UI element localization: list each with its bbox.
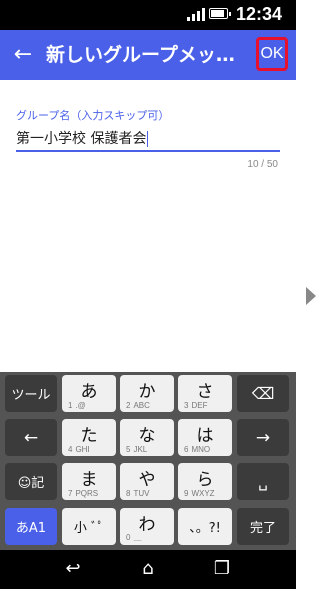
key-ya-char: や [138, 470, 156, 490]
phone-screen: 12:34 ← 新しいグループメッセ… OK グループ名（入力スキップ可） 第一… [0, 0, 296, 589]
key-a[interactable]: あ 1 .@ [62, 375, 116, 412]
key-ka-sub: 2 ABC [126, 401, 150, 410]
cursor-right-key[interactable]: → [237, 419, 289, 456]
key-punctuation-char: 、。?! [189, 521, 221, 536]
battery-icon [209, 8, 231, 19]
tool-key[interactable]: ツール [5, 375, 57, 412]
key-ta-char: た [80, 426, 98, 446]
input-mode-key[interactable]: あA1 [5, 508, 57, 545]
group-name-label: グループ名（入力スキップ可） [16, 109, 170, 122]
right-arrow-icon: → [255, 427, 271, 448]
backspace-key[interactable]: ⌫ [237, 375, 289, 412]
text-cursor [147, 131, 149, 147]
key-ka-char: か [138, 382, 156, 402]
key-a-char: あ [80, 382, 98, 402]
key-ma-sub: 7 PQRS [68, 489, 99, 498]
key-ma[interactable]: ま 7 PQRS [62, 463, 116, 500]
group-name-input[interactable]: 第一小学校 保護者会 [16, 128, 149, 148]
key-ta[interactable]: た 4 GHI [62, 419, 116, 456]
group-name-value: 第一小学校 保護者会 [16, 131, 147, 147]
next-arrow-icon [306, 287, 316, 305]
space-key[interactable]: ␣ [237, 463, 289, 500]
japanese-keyboard: ツール あ 1 .@ か 2 ABC さ 3 DEF ⌫ ← た 4 GHI な 5 JKL は6M… [0, 372, 296, 550]
key-ya[interactable]: や 8 TUV [120, 463, 174, 500]
cursor-left-key[interactable]: ← [5, 419, 57, 456]
status-time: 12:34 [236, 4, 283, 24]
key-a-sub: 1 .@ [68, 401, 86, 410]
emoji-symbol-key[interactable]: ☺記 [5, 463, 57, 500]
back-arrow-icon[interactable]: ← [10, 40, 36, 70]
key-punctuation[interactable]: 、。?! [178, 508, 232, 545]
input-underline [16, 150, 280, 152]
key-ha[interactable]: は 6 MNO [178, 419, 232, 456]
status-bar: 12:34 [0, 0, 296, 30]
done-key[interactable]: 完了 [237, 508, 289, 545]
key-ra-char: ら [196, 470, 214, 490]
key-ha-sub: 6 MNO [184, 445, 211, 454]
input-mode-label: あA1 [15, 521, 47, 536]
key-dakuten-char: 小 ﾞﾟ [73, 521, 105, 536]
key-sa-char: さ [196, 382, 214, 402]
key-ka[interactable]: か 2 ABC [120, 375, 174, 412]
tool-key-label: ツール [11, 388, 51, 403]
nav-back-icon[interactable]: ↩ [58, 558, 88, 579]
emoji-icon: ☺記 [17, 476, 45, 491]
app-bar: ← 新しいグループメッセ… OK [0, 30, 296, 80]
nav-home-icon[interactable]: ⌂ [133, 558, 163, 579]
nav-recents-icon[interactable]: ❐ [207, 558, 237, 579]
key-ta-sub: 4 GHI [68, 445, 90, 454]
key-sa[interactable]: さ 3 DEF [178, 375, 232, 412]
key-ra-sub: 9 WXYZ [184, 489, 215, 498]
signal-icon [187, 8, 205, 21]
left-arrow-icon: ← [23, 427, 39, 448]
key-na-sub: 5 JKL [126, 445, 148, 454]
form-area: グループ名（入力スキップ可） 第一小学校 保護者会 10 / 50 [0, 80, 296, 372]
key-wa[interactable]: わ 0 ＿ [120, 508, 174, 545]
page-title: 新しいグループメッセ… [46, 44, 250, 66]
character-counter: 10 / 50 [247, 159, 278, 170]
navigation-bar: ↩ ⌂ ❐ [0, 550, 296, 589]
key-dakuten[interactable]: 小 ﾞﾟ [62, 508, 116, 545]
ok-button[interactable]: OK [256, 37, 288, 71]
key-ya-sub: 8 TUV [126, 489, 150, 498]
done-key-label: 完了 [249, 521, 276, 536]
key-na[interactable]: な 5 JKL [120, 419, 174, 456]
space-icon: ␣ [258, 472, 268, 491]
key-sa-sub: 3 DEF [184, 401, 208, 410]
backspace-icon: ⌫ [251, 384, 275, 403]
key-ha-char: は [196, 426, 214, 446]
key-wa-sub: 0 ＿ [126, 533, 142, 542]
key-ma-char: ま [80, 470, 98, 490]
key-ra[interactable]: ら 9 WXYZ [178, 463, 232, 500]
key-na-char: な [138, 426, 156, 446]
